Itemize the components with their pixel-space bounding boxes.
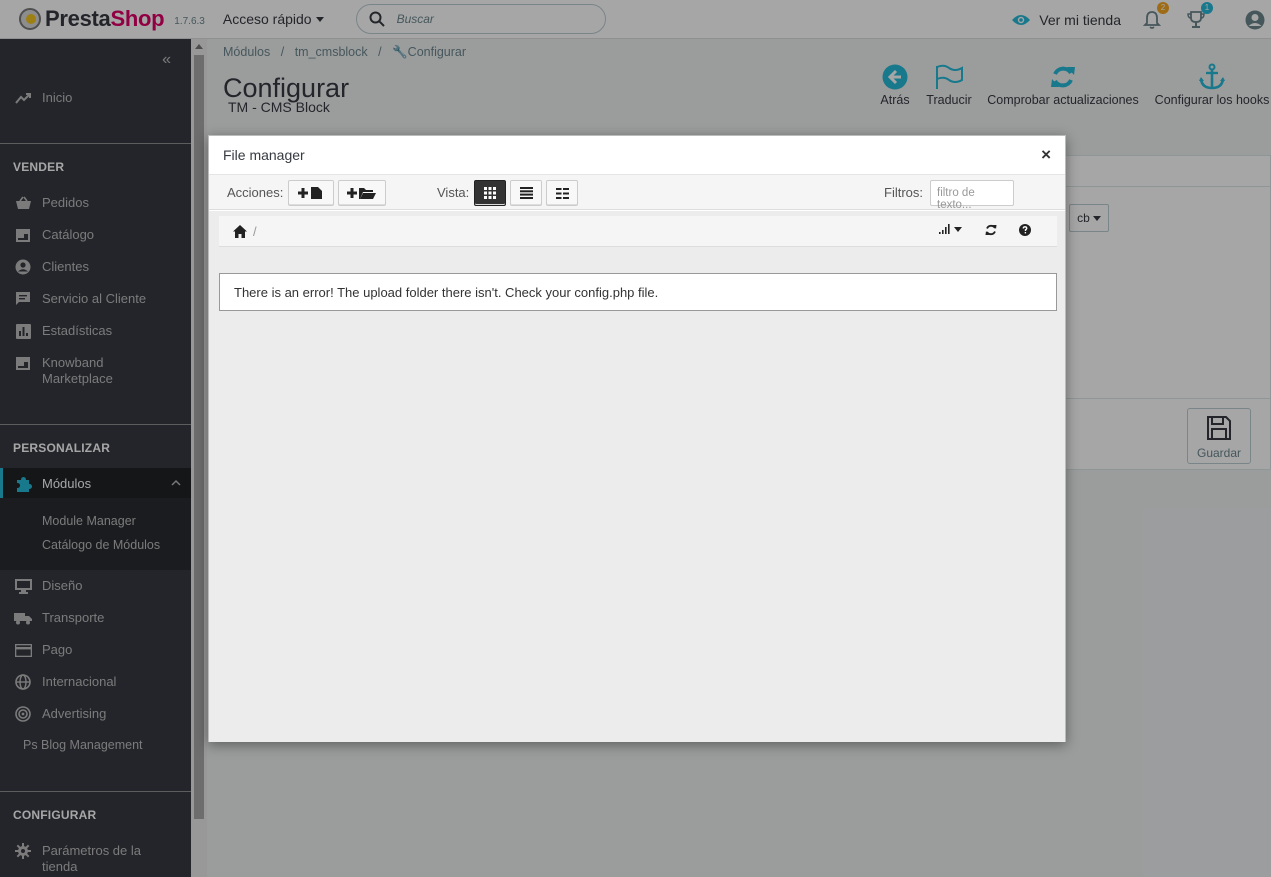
grid-view-icon <box>484 187 496 199</box>
refresh-button[interactable] <box>985 224 997 236</box>
plus-file-icon <box>298 187 322 199</box>
modal-title: File manager <box>223 147 305 163</box>
help-button[interactable] <box>1019 224 1031 236</box>
actions-label: Acciones: <box>227 185 284 200</box>
filter-text-input[interactable]: filtro de texto... <box>930 180 1014 211</box>
filters-label: Filtros: <box>884 185 923 200</box>
modal-header: File manager × <box>209 136 1065 175</box>
view-list-button[interactable] <box>510 180 542 206</box>
plus-folder-icon <box>347 188 376 199</box>
view-columns-button[interactable] <box>546 180 578 206</box>
refresh-icon <box>985 224 997 236</box>
error-message: There is an error! The upload folder the… <box>219 273 1057 311</box>
sort-dropdown[interactable] <box>939 224 962 234</box>
breadcrumb-separator: / <box>253 223 257 239</box>
view-label: Vista: <box>437 185 470 200</box>
new-folder-button[interactable] <box>338 180 386 206</box>
file-breadcrumb-bar: / <box>219 216 1057 247</box>
file-manager-modal: File manager × Acciones: Vista: Filtros:… <box>208 135 1066 742</box>
list-view-icon <box>519 187 533 199</box>
home-icon[interactable] <box>233 224 247 238</box>
view-grid-button[interactable] <box>474 180 506 206</box>
caret-down-icon <box>954 226 962 232</box>
upload-file-button[interactable] <box>288 180 334 206</box>
file-manager-toolbar: Acciones: Vista: Filtros: filtro de text… <box>209 175 1065 211</box>
file-manager-body: / There is an error! The upload folder t… <box>209 211 1065 742</box>
question-circle-icon <box>1019 224 1031 236</box>
close-icon[interactable]: × <box>1041 145 1051 165</box>
signal-bars-icon <box>939 224 950 234</box>
columns-view-icon <box>555 187 569 199</box>
